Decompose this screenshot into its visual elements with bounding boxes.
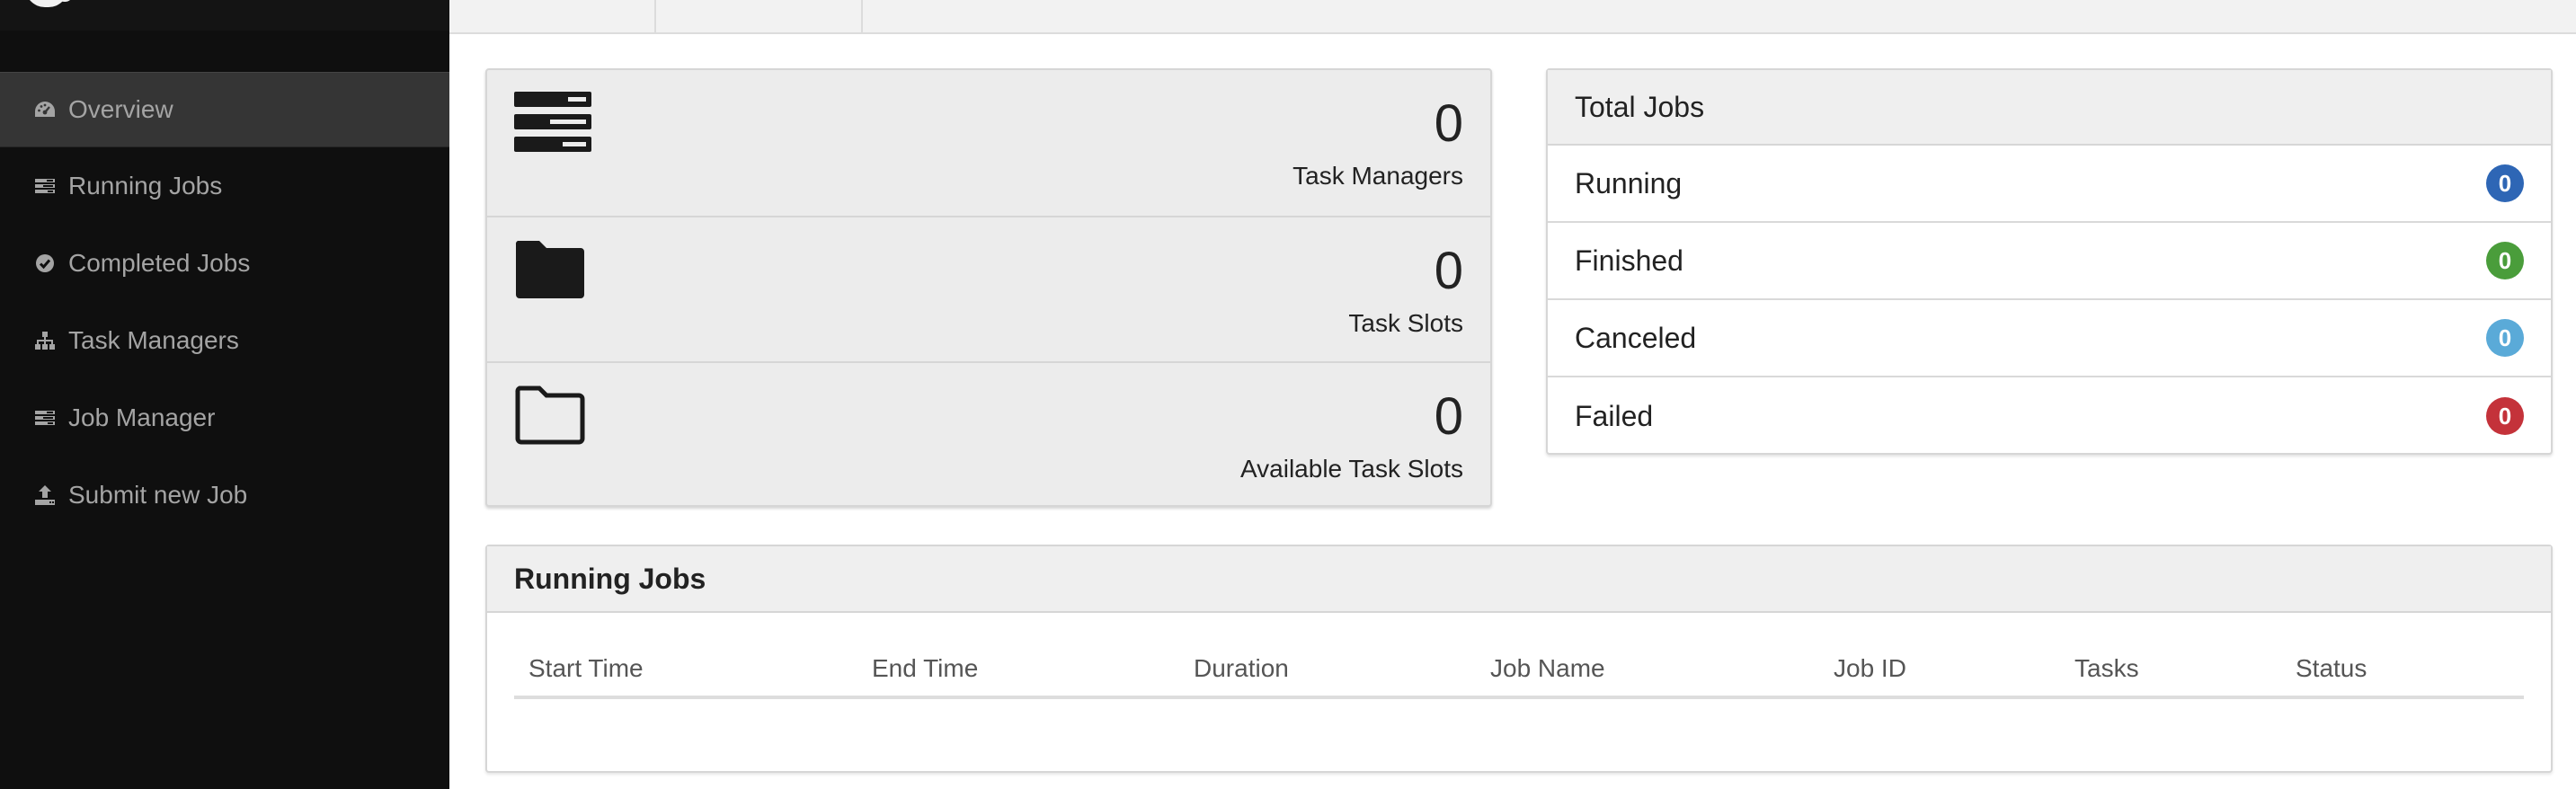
top-navbar xyxy=(449,0,2576,34)
count-badge: 0 xyxy=(2486,242,2524,279)
sidebar-item-label: Running Jobs xyxy=(68,172,223,199)
sitemap-icon xyxy=(32,328,58,353)
stat-value: 0 xyxy=(1434,242,1463,300)
stat-value: 0 xyxy=(1434,94,1463,153)
jobs-row-label: Failed xyxy=(1575,399,1654,432)
column-header-job-id[interactable]: Job ID xyxy=(1834,654,1906,683)
sidebar-item-running-jobs[interactable]: Running Jobs xyxy=(0,147,449,225)
sidebar-item-submit-new-job[interactable]: Submit new Job xyxy=(0,457,449,534)
table-header-row: Start Time End Time Duration Job Name Jo… xyxy=(514,649,2524,699)
folder-icon xyxy=(514,239,586,305)
jobs-row-label: Running xyxy=(1575,166,1683,199)
sidebar-header xyxy=(0,0,449,31)
jobs-row-running: Running 0 xyxy=(1548,146,2551,223)
count-badge: 0 xyxy=(2486,319,2524,357)
sidebar-item-label: Submit new Job xyxy=(68,481,248,509)
jobs-row-canceled: Canceled 0 xyxy=(1548,300,2551,377)
panel-title: Running Jobs xyxy=(487,546,2551,613)
logo-icon[interactable] xyxy=(25,0,72,7)
navbar-tab[interactable] xyxy=(656,0,863,32)
sidebar-item-label: Task Managers xyxy=(68,326,239,354)
cluster-stats-panel: 0 Task Managers 0 Task Slots 0 Available… xyxy=(485,68,1492,507)
column-header-duration[interactable]: Duration xyxy=(1194,654,1289,683)
sidebar-item-label: Completed Jobs xyxy=(68,249,251,277)
sidebar: Overview Running Jobs Completed Jobs Tas… xyxy=(0,0,449,789)
dashboard-icon xyxy=(32,97,58,122)
running-jobs-panel: Running Jobs Start Time End Time Duratio… xyxy=(485,545,2553,773)
running-jobs-table: Start Time End Time Duration Job Name Jo… xyxy=(514,649,2524,699)
count-badge: 0 xyxy=(2486,397,2524,435)
jobs-row-finished: Finished 0 xyxy=(1548,223,2551,300)
count-badge: 0 xyxy=(2486,164,2524,202)
stat-label: Task Managers xyxy=(1292,162,1463,190)
folder-open-icon xyxy=(514,385,586,450)
sidebar-item-task-managers[interactable]: Task Managers xyxy=(0,302,449,379)
sidebar-item-overview[interactable]: Overview xyxy=(0,72,449,147)
panel-title: Total Jobs xyxy=(1548,70,2551,146)
total-jobs-panel: Total Jobs Running 0 Finished 0 Canceled… xyxy=(1546,68,2553,455)
sidebar-item-label: Overview xyxy=(68,95,173,123)
jobs-row-label: Canceled xyxy=(1575,321,1697,354)
stat-label: Task Slots xyxy=(1348,309,1463,337)
jobs-row-label: Finished xyxy=(1575,244,1683,277)
stat-task-slots: 0 Task Slots xyxy=(487,216,1490,361)
tasks-icon xyxy=(32,173,58,199)
sidebar-item-job-manager[interactable]: Job Manager xyxy=(0,379,449,457)
stat-label: Available Task Slots xyxy=(1240,455,1463,483)
stat-task-managers: 0 Task Managers xyxy=(487,70,1490,216)
sidebar-nav: Overview Running Jobs Completed Jobs Tas… xyxy=(0,72,449,534)
check-circle-icon xyxy=(32,251,58,276)
sidebar-item-completed-jobs[interactable]: Completed Jobs xyxy=(0,225,449,302)
stat-value: 0 xyxy=(1434,387,1463,446)
sidebar-item-label: Job Manager xyxy=(68,403,216,431)
column-header-job-name[interactable]: Job Name xyxy=(1490,654,1605,683)
tasks-icon xyxy=(32,405,58,430)
tasks-icon xyxy=(514,92,591,157)
navbar-tab[interactable] xyxy=(449,0,656,32)
column-header-status[interactable]: Status xyxy=(2296,654,2367,683)
jobs-row-failed: Failed 0 xyxy=(1548,377,2551,455)
upload-icon xyxy=(32,483,58,508)
stat-available-task-slots: 0 Available Task Slots xyxy=(487,361,1490,505)
column-header-start-time[interactable]: Start Time xyxy=(529,654,644,683)
column-header-end-time[interactable]: End Time xyxy=(872,654,978,683)
column-header-tasks[interactable]: Tasks xyxy=(2074,654,2139,683)
